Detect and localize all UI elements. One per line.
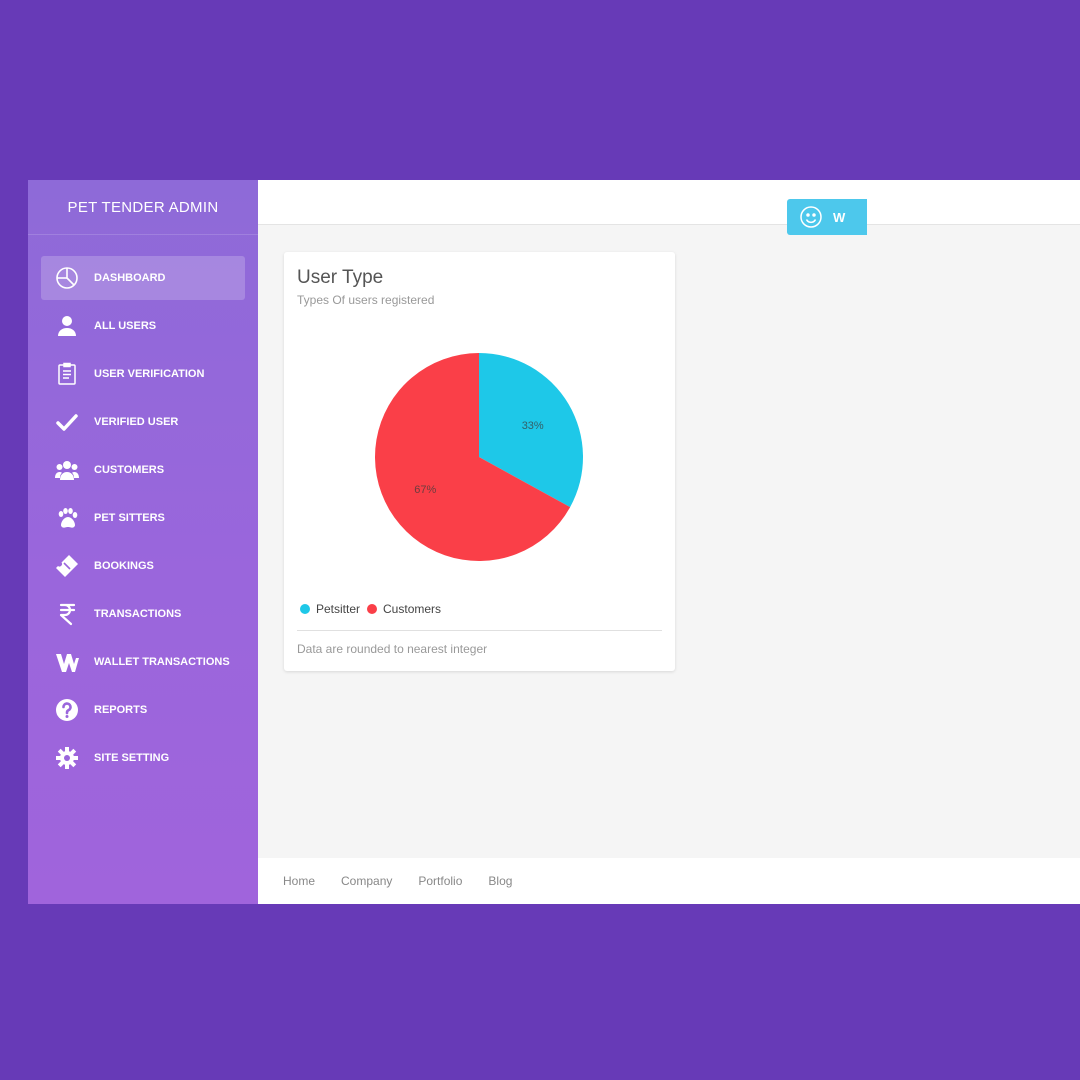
card-title: User Type — [297, 267, 384, 288]
footer-link-home[interactable]: Home — [283, 874, 315, 888]
page-footer: Home Company Portfolio Blog — [258, 858, 1080, 904]
sidebar-item-label: PET SITTERS — [94, 512, 165, 524]
pie-label-petsitter: 33% — [522, 420, 544, 432]
brand-title: PET TENDER ADMIN — [28, 180, 258, 235]
check-icon — [54, 409, 80, 435]
sidebar-item-verified-user[interactable]: VERIFIED USER — [41, 400, 245, 444]
card-subtitle: Types Of users registered — [297, 293, 435, 307]
sidebar-item-label: USER VERIFICATION — [94, 368, 205, 380]
paw-icon — [54, 505, 80, 531]
legend-dot-petsitter — [300, 604, 310, 614]
sidebar-item-pet-sitters[interactable]: PET SITTERS — [41, 496, 245, 540]
sidebar-item-label: DASHBOARD — [94, 272, 166, 284]
sidebar-item-transactions[interactable]: TRANSACTIONS — [41, 592, 245, 636]
sidebar-item-label: ALL USERS — [94, 320, 157, 332]
user-type-pie-chart: 33% 67% — [374, 352, 584, 562]
legend-label-customers: Customers — [383, 602, 442, 616]
pie-chart-svg: 33% 67% — [375, 353, 583, 561]
legend-item-petsitter[interactable]: Petsitter — [300, 602, 360, 616]
legend-item-customers[interactable]: Customers — [367, 602, 441, 616]
gear-icon — [54, 745, 80, 771]
sidebar-item-reports[interactable]: REPORTS — [41, 688, 245, 732]
legend-label-petsitter: Petsitter — [316, 602, 361, 616]
footer-link-blog[interactable]: Blog — [488, 874, 512, 888]
users-group-icon — [54, 457, 80, 483]
sidebar-item-dashboard[interactable]: DASHBOARD — [41, 256, 245, 300]
card-divider — [297, 630, 662, 631]
wallet-icon — [54, 649, 80, 675]
sidebar-item-label: WALLET TRANSACTIONS — [94, 656, 230, 668]
card-footer-note: Data are rounded to nearest integer — [297, 642, 488, 656]
ticket-icon — [54, 553, 80, 579]
sidebar-item-label: BOOKINGS — [94, 560, 154, 572]
sidebar-nav: DASHBOARD ALL USERS USER VERIFICATION VE… — [28, 256, 258, 780]
sidebar-item-all-users[interactable]: ALL USERS — [41, 304, 245, 348]
pie-chart-icon — [54, 265, 80, 291]
smiley-icon — [800, 206, 822, 228]
clipboard-icon — [54, 361, 80, 387]
user-type-card: User Type Types Of users registered 33% 6… — [284, 252, 675, 671]
welcome-button[interactable]: W — [787, 199, 867, 235]
sidebar-item-user-verification[interactable]: USER VERIFICATION — [41, 352, 245, 396]
sidebar-item-label: TRANSACTIONS — [94, 608, 182, 620]
footer-link-company[interactable]: Company — [341, 874, 392, 888]
sidebar-item-label: CUSTOMERS — [94, 464, 165, 476]
user-icon — [54, 313, 80, 339]
sidebar: PET TENDER ADMIN DASHBOARD ALL USERS USE… — [28, 180, 258, 904]
sidebar-item-site-setting[interactable]: SITE SETTING — [41, 736, 245, 780]
sidebar-item-bookings[interactable]: BOOKINGS — [41, 544, 245, 588]
sidebar-item-label: REPORTS — [94, 704, 148, 716]
app-window: PET TENDER ADMIN DASHBOARD ALL USERS USE… — [28, 180, 1080, 904]
sidebar-item-customers[interactable]: CUSTOMERS — [41, 448, 245, 492]
question-icon — [54, 697, 80, 723]
footer-link-portfolio[interactable]: Portfolio — [418, 874, 462, 888]
sidebar-item-label: VERIFIED USER — [94, 416, 179, 428]
pie-label-customers: 67% — [414, 484, 436, 496]
sidebar-item-wallet-transactions[interactable]: WALLET TRANSACTIONS — [41, 640, 245, 684]
chart-legend: Petsitter Customers — [300, 602, 448, 616]
top-bar — [258, 180, 1080, 225]
sidebar-item-label: SITE SETTING — [94, 752, 170, 764]
rupee-icon — [54, 601, 80, 627]
legend-dot-customers — [367, 604, 378, 614]
welcome-label: W — [833, 209, 846, 225]
